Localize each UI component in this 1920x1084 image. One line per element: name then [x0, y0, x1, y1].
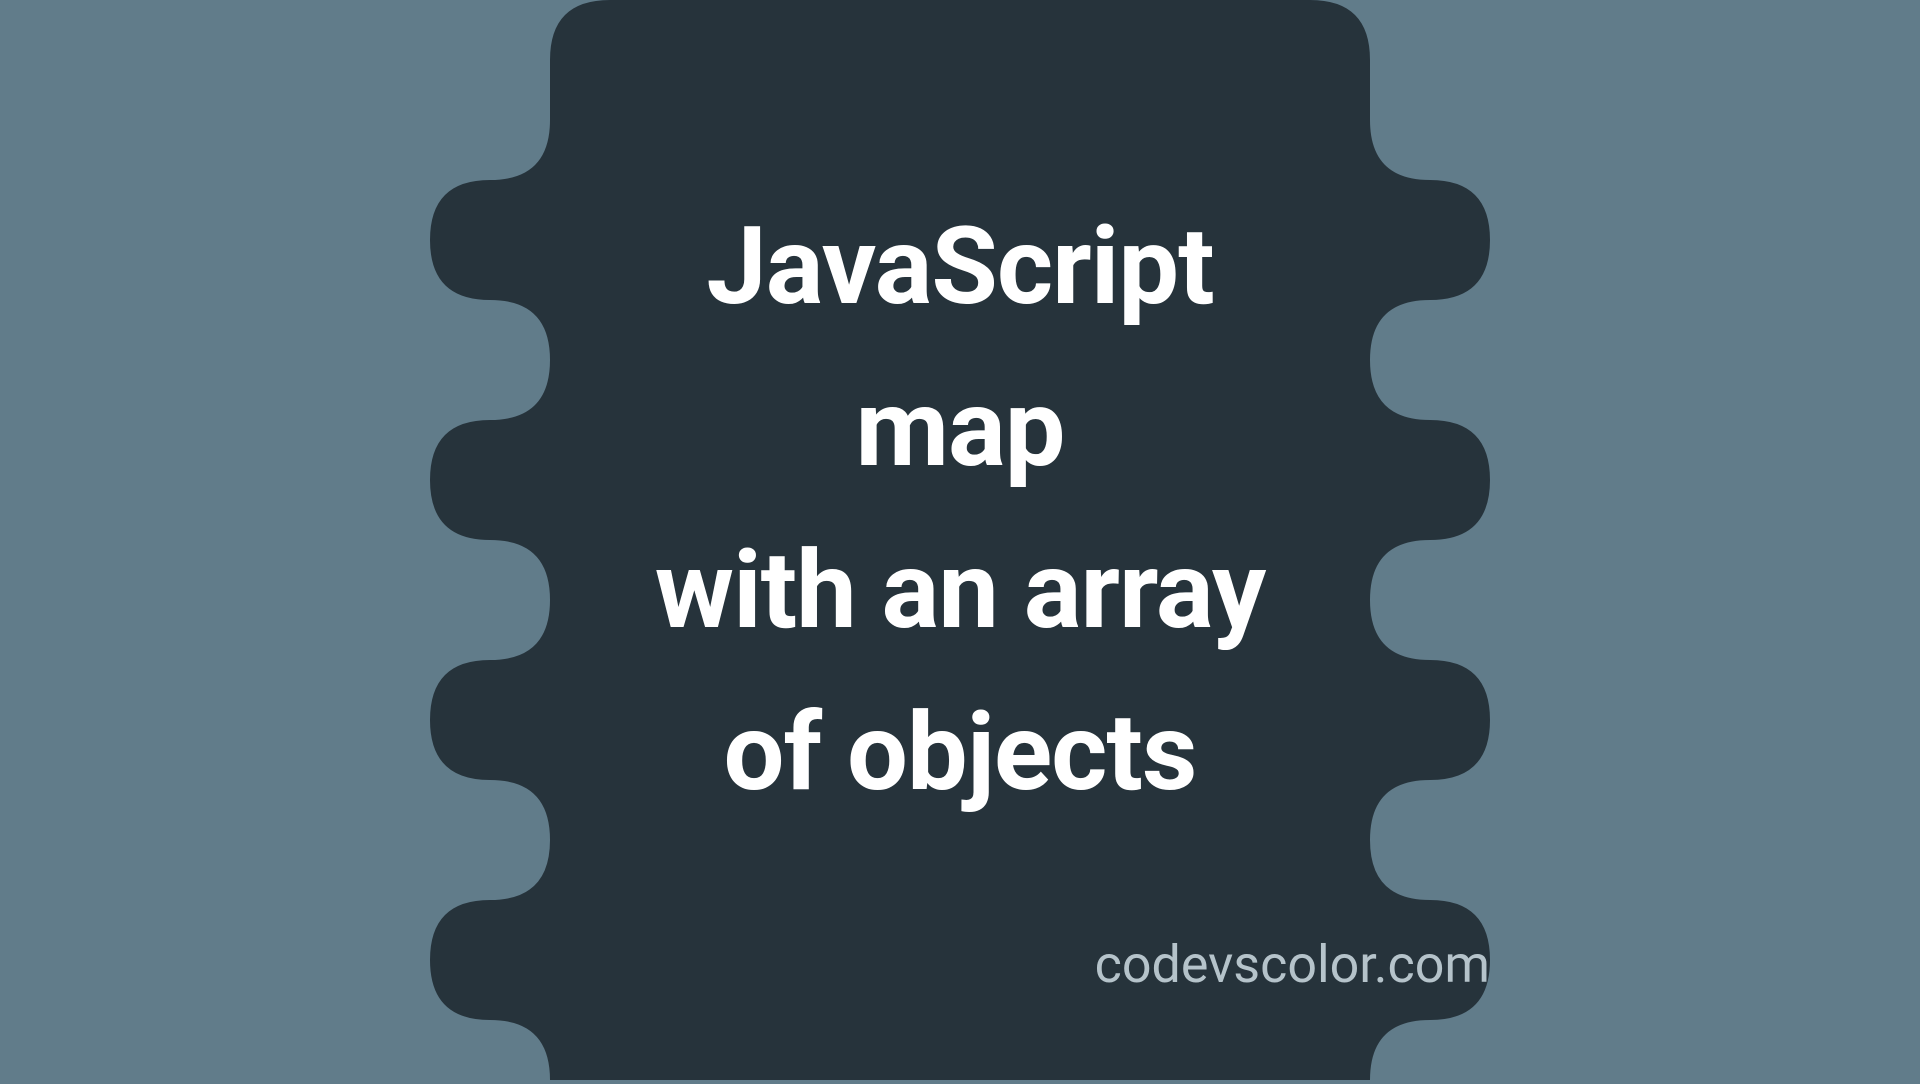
title-line-4: of objects — [724, 690, 1197, 816]
title-line-2: map — [855, 366, 1064, 492]
title-line-1: JavaScript — [706, 204, 1213, 330]
main-title: JavaScript map with an array of objects — [655, 186, 1265, 834]
title-line-3: with an array — [655, 528, 1265, 654]
content-area: JavaScript map with an array of objects — [0, 0, 1920, 1080]
footer-attribution: codevscolor.com — [1095, 934, 1490, 995]
